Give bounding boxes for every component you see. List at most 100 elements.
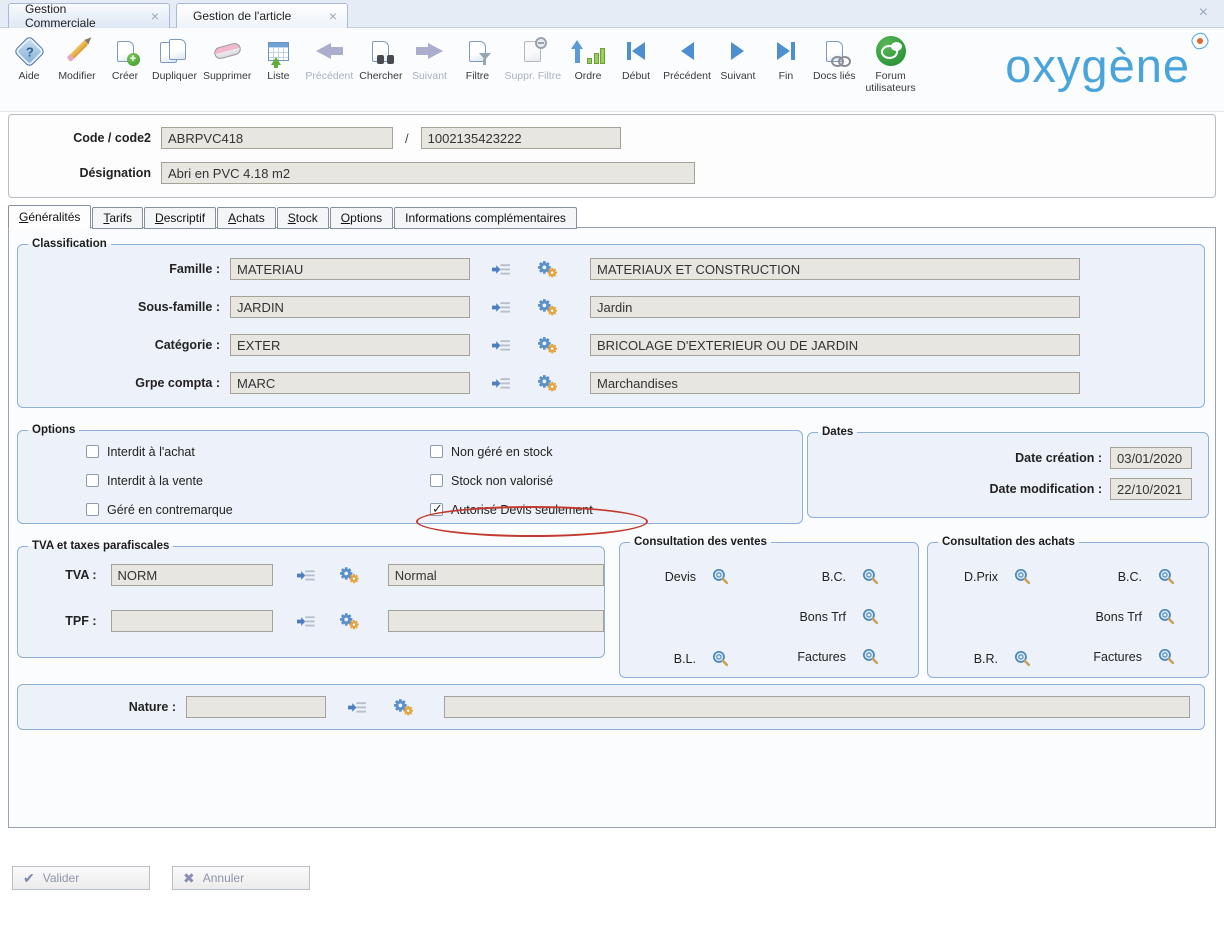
tab-options[interactable]: Options (330, 207, 393, 229)
tpf-code-field[interactable] (111, 610, 273, 632)
linked-docs-icon (813, 32, 856, 70)
categorie-code-field[interactable] (230, 334, 470, 356)
grpe-compta-code-field[interactable] (230, 372, 470, 394)
select-from-list-icon[interactable] (348, 701, 367, 714)
tpf-description-field[interactable] (388, 610, 604, 632)
toolbar-button-suivant[interactable]: Suivant (715, 32, 761, 82)
select-from-list-icon[interactable] (297, 615, 316, 628)
code-field[interactable] (161, 127, 393, 149)
date-creation-label: Date création : (1015, 451, 1102, 465)
select-from-list-icon[interactable] (492, 339, 511, 352)
magnifier-icon[interactable] (1158, 648, 1175, 665)
close-tab-icon[interactable]: × (317, 8, 337, 24)
select-from-list-icon[interactable] (297, 569, 316, 582)
magnifier-icon[interactable] (1014, 568, 1031, 585)
toolbar-button-filtre[interactable]: Filtre (454, 32, 500, 82)
toolbar-button-docs-lies[interactable]: Docs liés (811, 32, 858, 82)
toolbar-label: Suivant (717, 70, 759, 82)
select-from-list-icon[interactable] (492, 377, 511, 390)
tva-description-field[interactable] (388, 564, 604, 586)
checkbox-interdit-achat[interactable] (86, 445, 99, 458)
options-title: Options (28, 424, 79, 436)
checkbox-stock-non-valorise[interactable] (430, 474, 443, 487)
date-creation-field[interactable] (1110, 447, 1192, 469)
window-tab-gestion-article[interactable]: Gestion de l'article × (176, 3, 348, 28)
magnifier-icon[interactable] (1014, 650, 1031, 667)
date-modification-field[interactable] (1110, 478, 1192, 500)
toolbar-button-dupliquer[interactable]: Dupliquer (150, 32, 199, 82)
valider-button[interactable]: Valider (12, 866, 150, 890)
window-tab-gestion-commerciale[interactable]: Gestion Commerciale × (8, 3, 170, 28)
consult-label: Factures (1084, 650, 1142, 664)
settings-gear-icon[interactable] (393, 698, 414, 717)
checkbox-interdit-vente[interactable] (86, 474, 99, 487)
code2-field[interactable] (421, 127, 621, 149)
toolbar-button-aide[interactable]: ? Aide (6, 32, 52, 82)
toolbar-button-debut[interactable]: Début (613, 32, 659, 82)
toolbar-label: Dupliquer (152, 70, 197, 82)
magnifier-icon[interactable] (1158, 608, 1175, 625)
grpe-compta-description-field[interactable] (590, 372, 1080, 394)
tab-descriptif[interactable]: Descriptif (144, 207, 216, 229)
help-diamond-icon: ? (8, 32, 50, 70)
nature-description-field[interactable] (444, 696, 1190, 718)
classification-groupbox: Classification Famille : Sous-famille : … (17, 238, 1205, 408)
toolbar-button-forum[interactable]: Forum utilisateurs (860, 32, 922, 94)
close-tab-icon[interactable]: × (139, 8, 159, 24)
toolbar-button-chercher[interactable]: Chercher (357, 32, 404, 82)
date-modification-label: Date modification : (989, 482, 1102, 496)
magnifier-icon[interactable] (712, 650, 729, 667)
sous-famille-code-field[interactable] (230, 296, 470, 318)
toolbar-label: Début (615, 70, 657, 82)
sous-famille-description-field[interactable] (590, 296, 1080, 318)
categorie-description-field[interactable] (590, 334, 1080, 356)
tab-tarifs[interactable]: Tarifs (92, 207, 143, 229)
magnifier-icon[interactable] (862, 608, 879, 625)
toolbar-button-modifier[interactable]: Modifier (54, 32, 100, 82)
toolbar-button-precedent[interactable]: Précédent (661, 32, 713, 82)
checkbox-autorise-devis-seulement[interactable] (430, 503, 443, 516)
settings-gear-icon[interactable] (339, 566, 360, 585)
consultation-achats-title: Consultation des achats (938, 536, 1079, 548)
magnifier-icon[interactable] (712, 568, 729, 585)
tab-informations-complementaires[interactable]: Informations complémentaires (394, 207, 577, 229)
select-from-list-icon[interactable] (492, 301, 511, 314)
window-close-icon[interactable]: × (1199, 5, 1208, 21)
select-from-list-icon[interactable] (492, 263, 511, 276)
toolbar-button-fin[interactable]: Fin (763, 32, 809, 82)
consult-label: B.C. (1084, 570, 1142, 584)
consult-label: D.Prix (940, 570, 998, 584)
tva-code-field[interactable] (111, 564, 273, 586)
settings-gear-icon[interactable] (537, 374, 558, 393)
settings-gear-icon[interactable] (537, 298, 558, 317)
settings-gear-icon[interactable] (537, 260, 558, 279)
sous-famille-row: Sous-famille : (18, 288, 1204, 326)
checkbox-non-gere-stock[interactable] (430, 445, 443, 458)
toolbar-label: Suppr. Filtre (504, 70, 561, 82)
toolbar-button-liste[interactable]: Liste (255, 32, 301, 82)
checkbox-gere-contremarque[interactable] (86, 503, 99, 516)
magnifier-icon[interactable] (1158, 568, 1175, 585)
nature-box: Nature : (17, 684, 1205, 730)
sous-famille-label: Sous-famille : (18, 300, 230, 314)
famille-description-field[interactable] (590, 258, 1080, 280)
settings-gear-icon[interactable] (339, 612, 360, 631)
tab-stock[interactable]: Stock (277, 207, 329, 229)
toolbar-button-creer[interactable]: + Créer (102, 32, 148, 82)
settings-gear-icon[interactable] (537, 336, 558, 355)
magnifier-icon[interactable] (862, 648, 879, 665)
magnifier-icon[interactable] (862, 568, 879, 585)
famille-code-field[interactable] (230, 258, 470, 280)
code-row: Code / code2 / (9, 127, 621, 149)
toolbar-button-supprimer[interactable]: Supprimer (201, 32, 253, 82)
toolbar-button-ordre[interactable]: Ordre (565, 32, 611, 82)
toolbar-label: Supprimer (203, 70, 251, 82)
annuler-button[interactable]: Annuler (172, 866, 310, 890)
cross-icon (183, 871, 195, 885)
options-column-left: Interdit à l'achat Interdit à la vente G… (86, 444, 233, 531)
nature-code-field[interactable] (186, 696, 326, 718)
tab-achats[interactable]: Achats (217, 207, 276, 229)
designation-field[interactable] (161, 162, 695, 184)
checkbox-label: Géré en contremarque (107, 503, 233, 517)
tab-generalites[interactable]: Généralités (8, 205, 91, 229)
